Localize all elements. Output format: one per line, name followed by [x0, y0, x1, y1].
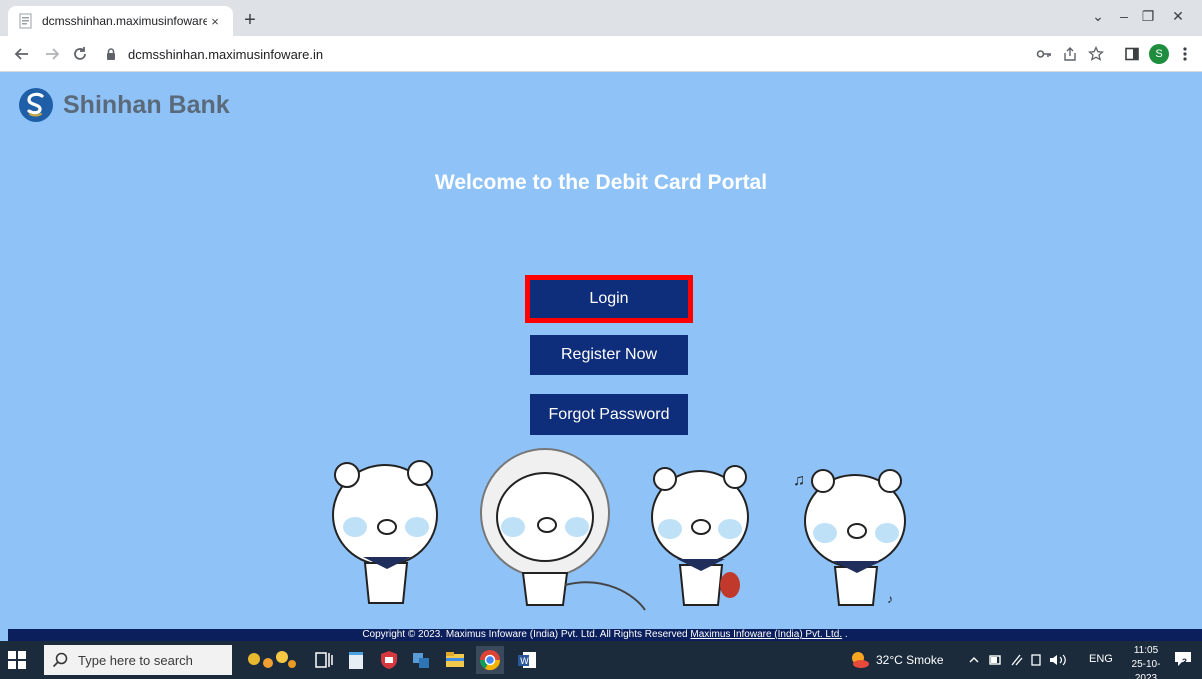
copyright-text: Copyright © 2023. Maximus Infoware (Indi…	[362, 629, 691, 640]
brand-logo: Shinhan Bank	[18, 87, 230, 123]
browser-tab[interactable]: dcmsshinhan.maximusinfoware.in ×	[8, 6, 233, 36]
browser-tab-bar: dcmsshinhan.maximusinfoware.in × + ⌄ – ❐…	[0, 0, 1202, 36]
password-key-icon[interactable]	[1033, 43, 1055, 65]
task-view-icon[interactable]	[313, 649, 335, 671]
svg-text:♪: ♪	[887, 592, 893, 606]
language-indicator[interactable]: ENG	[1089, 653, 1113, 665]
forward-arrow-icon	[46, 48, 60, 60]
shinhan-logo-icon	[19, 88, 53, 122]
tab-close-icon[interactable]: ×	[207, 14, 223, 29]
clock-time: 11:05	[1133, 645, 1159, 656]
news-widget-icon[interactable]	[244, 649, 298, 671]
login-button[interactable]: Login	[525, 275, 693, 323]
search-placeholder: Type here to search	[78, 652, 193, 668]
file-explorer-icon[interactable]	[444, 649, 466, 671]
notepad-icon[interactable]	[345, 649, 367, 671]
security-app-icon[interactable]	[378, 649, 400, 671]
bookmark-star-icon[interactable]	[1085, 43, 1107, 65]
page-title: Welcome to the Debit Card Portal	[434, 171, 768, 194]
reload-icon	[74, 47, 86, 60]
network-app-icon[interactable]	[410, 649, 432, 671]
close-window-button[interactable]: ✕	[1156, 0, 1200, 32]
system-tray-icons[interactable]	[966, 649, 1076, 671]
page-footer: Copyright © 2023. Maximus Infoware (Indi…	[8, 629, 1202, 641]
bear-1	[332, 460, 438, 604]
chrome-icon[interactable]	[476, 646, 504, 674]
windows-taskbar: Type here to search W 32°C Smoke ENG 11:…	[0, 641, 1202, 679]
profile-avatar[interactable]: S	[1148, 43, 1170, 65]
bear-3	[651, 465, 749, 606]
bear-4: ♫ ♪	[793, 469, 906, 606]
url-text: dcmsshinhan.maximusinfoware.in	[128, 46, 324, 62]
company-link[interactable]: Maximus Infoware (India) Pvt. Ltd.	[690, 629, 842, 640]
tab-title: dcmsshinhan.maximusinfoware.in	[42, 14, 207, 28]
brand-name: Shinhan Bank	[63, 90, 230, 119]
reload-button[interactable]	[68, 42, 92, 66]
footer-suffix: .	[842, 629, 848, 640]
taskbar-clock[interactable]: 11:05 25-10-2023	[1121, 644, 1171, 679]
weather-text[interactable]: 32°C Smoke	[876, 653, 944, 667]
windows-start-icon[interactable]	[8, 651, 26, 669]
lock-icon	[107, 48, 115, 60]
browser-menu-icon[interactable]	[1174, 43, 1196, 65]
word-icon[interactable]: W	[516, 649, 538, 671]
forward-button[interactable]	[40, 42, 64, 66]
clock-date: 25-10-2023	[1131, 659, 1161, 679]
taskbar-search-box[interactable]: Type here to search	[44, 645, 232, 675]
share-icon[interactable]	[1059, 43, 1081, 65]
register-now-button[interactable]: Register Now	[530, 335, 688, 375]
back-arrow-icon	[14, 48, 28, 60]
svg-text:W: W	[520, 657, 529, 667]
back-button[interactable]	[10, 42, 34, 66]
address-bar[interactable]: dcmsshinhan.maximusinfoware.in	[104, 40, 1024, 68]
side-panel-icon[interactable]	[1121, 43, 1143, 65]
search-icon	[52, 652, 68, 668]
portal-page: Shinhan Bank Welcome to the Debit Card P…	[0, 73, 1202, 629]
bear-2-astronaut	[480, 448, 646, 611]
weather-icon[interactable]	[848, 649, 870, 671]
new-tab-button[interactable]: +	[238, 9, 262, 33]
forgot-password-button[interactable]: Forgot Password	[530, 394, 688, 435]
notification-count: 3	[1182, 657, 1188, 667]
svg-text:♫: ♫	[793, 472, 805, 489]
bear-illustration: ♫ ♪	[332, 448, 906, 611]
notification-center-button[interactable]: 3	[1174, 651, 1194, 669]
profile-initial: S	[1149, 44, 1169, 64]
page-favicon-icon	[18, 13, 34, 29]
browser-toolbar: dcmsshinhan.maximusinfoware.in S	[0, 36, 1202, 72]
